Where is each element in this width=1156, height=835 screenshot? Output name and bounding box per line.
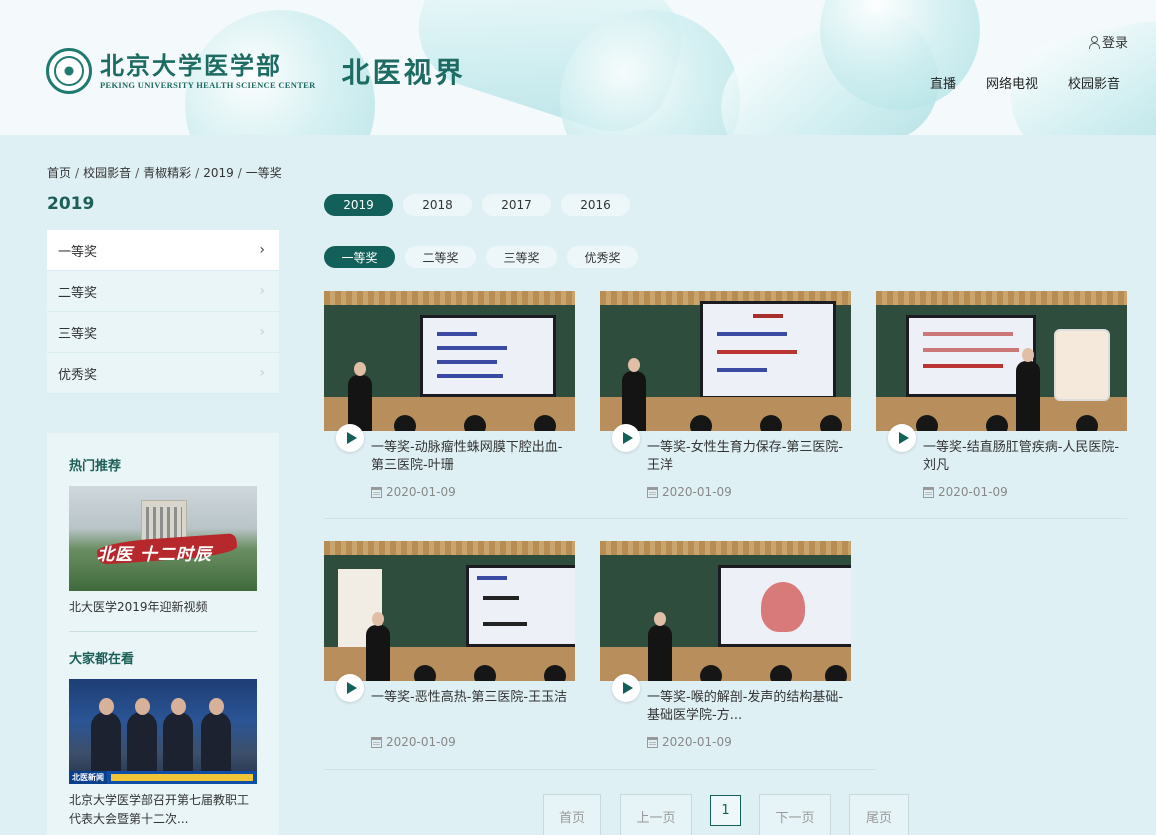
login-label: 登录 <box>1102 36 1129 51</box>
chevron-right-icon: › <box>259 365 265 381</box>
award-tab-second[interactable]: 二等奖 <box>405 246 476 268</box>
site-header: 北京大学医学部 PEKING UNIVERSITY HEALTH SCIENCE… <box>0 0 1156 135</box>
calendar-icon <box>647 736 658 748</box>
play-icon[interactable] <box>612 424 640 452</box>
row-divider <box>324 769 876 770</box>
site-logo[interactable]: 北京大学医学部 PEKING UNIVERSITY HEALTH SCIENCE… <box>46 48 466 94</box>
first-page-button[interactable]: 首页 <box>543 794 601 835</box>
video-title[interactable]: 一等奖-动脉瘤性蛛网膜下腔出血-第三医院-叶珊 <box>371 439 575 475</box>
sidebar-item-label: 一等奖 <box>58 244 98 260</box>
award-tab-excellence[interactable]: 优秀奖 <box>567 246 638 268</box>
award-filter: 一等奖 二等奖 三等奖 优秀奖 <box>324 246 638 268</box>
hot-recommend-caption[interactable]: 北大医学2019年迎新视频 <box>69 598 257 617</box>
video-card[interactable]: 一等奖-女性生育力保存-第三医院-王洋 2020-01-09 <box>600 291 851 499</box>
breadcrumb-year[interactable]: 2019 <box>203 166 234 180</box>
video-card[interactable]: 一等奖-结直肠肛管疾病-人民医院-刘凡 2020-01-09 <box>876 291 1127 499</box>
thumbnail-caption: 北医 十二时辰 <box>97 545 212 565</box>
video-card[interactable]: 一等奖-动脉瘤性蛛网膜下腔出血-第三医院-叶珊 2020-01-09 <box>324 291 575 499</box>
play-icon[interactable] <box>336 674 364 702</box>
breadcrumb-category[interactable]: 青椒精彩 <box>143 166 191 180</box>
year-tab-2019[interactable]: 2019 <box>324 194 393 216</box>
nav-item-live[interactable]: 直播 <box>930 73 956 92</box>
year-tab-2017[interactable]: 2017 <box>482 194 551 216</box>
video-thumbnail[interactable] <box>876 291 1127 431</box>
sidebar-menu: 一等奖 › 二等奖 › 三等奖 › 优秀奖 › <box>47 230 279 394</box>
video-date: 2020-01-09 <box>647 735 851 749</box>
video-date: 2020-01-09 <box>371 735 575 749</box>
chevron-right-icon: › <box>259 283 265 299</box>
year-filter: 2019 2018 2017 2016 <box>324 194 630 216</box>
video-title[interactable]: 一等奖-结直肠肛管疾病-人民医院-刘凡 <box>923 439 1127 475</box>
calendar-icon <box>647 486 658 498</box>
award-tab-third[interactable]: 三等奖 <box>486 246 557 268</box>
sidebar-title: 2019 <box>47 194 95 214</box>
date-text: 2020-01-09 <box>386 485 456 499</box>
pagination: 首页 上一页 1 下一页 尾页 <box>543 794 909 835</box>
year-tab-2016[interactable]: 2016 <box>561 194 630 216</box>
popular-caption[interactable]: 北京大学医学部召开第七届教职工代表大会暨第十二次... <box>69 791 257 829</box>
hot-recommend-thumbnail[interactable]: 北医 十二时辰 <box>69 486 257 591</box>
calendar-icon <box>371 486 382 498</box>
sidebar-item-label: 三等奖 <box>58 326 98 342</box>
video-title[interactable]: 一等奖-喉的解剖-发声的结构基础-基础医学院-方... <box>647 689 851 725</box>
main-nav: 直播 网络电视 校园影音 <box>930 73 1120 92</box>
play-icon[interactable] <box>888 424 916 452</box>
sidebar-item-first-prize[interactable]: 一等奖 › <box>47 230 279 271</box>
logo-chinese-name: 北京大学医学部 <box>100 51 282 80</box>
site-name: 北医视界 <box>341 56 466 89</box>
chevron-right-icon: › <box>259 324 265 340</box>
calendar-icon <box>923 486 934 498</box>
breadcrumb-current: 一等奖 <box>245 166 282 180</box>
news-ticker-label: 北医新闻 <box>69 771 107 784</box>
popular-thumbnail[interactable]: 北医新闻 <box>69 679 257 784</box>
play-icon[interactable] <box>612 674 640 702</box>
sidebar-item-label: 二等奖 <box>58 285 98 301</box>
sidebar-item-third-prize[interactable]: 三等奖 › <box>47 312 279 353</box>
next-page-button[interactable]: 下一页 <box>759 794 831 835</box>
video-title[interactable]: 一等奖-女性生育力保存-第三医院-王洋 <box>647 439 851 475</box>
video-thumbnail[interactable] <box>600 291 851 431</box>
calendar-icon <box>371 736 382 748</box>
play-icon[interactable] <box>336 424 364 452</box>
video-thumbnail[interactable] <box>324 291 575 431</box>
chevron-right-icon: › <box>259 242 265 258</box>
breadcrumb-campus-media[interactable]: 校园影音 <box>83 166 131 180</box>
sidebar-item-label: 优秀奖 <box>58 367 98 383</box>
date-text: 2020-01-09 <box>386 735 456 749</box>
breadcrumb-home[interactable]: 首页 <box>47 166 71 180</box>
video-date: 2020-01-09 <box>647 485 851 499</box>
nav-item-web-tv[interactable]: 网络电视 <box>986 73 1038 92</box>
current-page-button[interactable]: 1 <box>710 794 741 826</box>
popular-heading: 大家都在看 <box>69 652 135 667</box>
year-tab-2018[interactable]: 2018 <box>403 194 472 216</box>
user-icon <box>1088 35 1100 49</box>
last-page-button[interactable]: 尾页 <box>849 794 909 835</box>
video-card[interactable]: 一等奖-喉的解剖-发声的结构基础-基础医学院-方... 2020-01-09 <box>600 541 851 749</box>
award-tab-first[interactable]: 一等奖 <box>324 246 395 268</box>
sidebar-item-second-prize[interactable]: 二等奖 › <box>47 271 279 312</box>
sidebar-item-excellence-prize[interactable]: 优秀奖 › <box>47 353 279 394</box>
video-title[interactable]: 一等奖-恶性高热-第三医院-王玉洁 <box>371 689 575 725</box>
breadcrumb: 首页 / 校园影音 / 青椒精彩/2019/一等奖 <box>47 166 282 180</box>
logo-english-name: PEKING UNIVERSITY HEALTH SCIENCE CENTER <box>100 80 316 90</box>
video-card[interactable]: 一等奖-恶性高热-第三医院-王玉洁 2020-01-09 <box>324 541 575 749</box>
video-date: 2020-01-09 <box>371 485 575 499</box>
date-text: 2020-01-09 <box>662 735 732 749</box>
nav-item-campus-media[interactable]: 校园影音 <box>1068 73 1120 92</box>
row-divider <box>324 518 1127 519</box>
prev-page-button[interactable]: 上一页 <box>620 794 692 835</box>
video-thumbnail[interactable] <box>324 541 575 681</box>
video-thumbnail[interactable] <box>600 541 851 681</box>
university-seal-icon <box>46 48 92 94</box>
login-link[interactable]: 登录 <box>1088 32 1128 51</box>
divider <box>69 631 257 632</box>
date-text: 2020-01-09 <box>662 485 732 499</box>
date-text: 2020-01-09 <box>938 485 1008 499</box>
hot-recommend-heading: 热门推荐 <box>69 459 122 474</box>
video-date: 2020-01-09 <box>923 485 1127 499</box>
sidebar-recommend-panel: 热门推荐 北医 十二时辰 北大医学2019年迎新视频 大家都在看 北医新闻 北京… <box>47 433 279 835</box>
